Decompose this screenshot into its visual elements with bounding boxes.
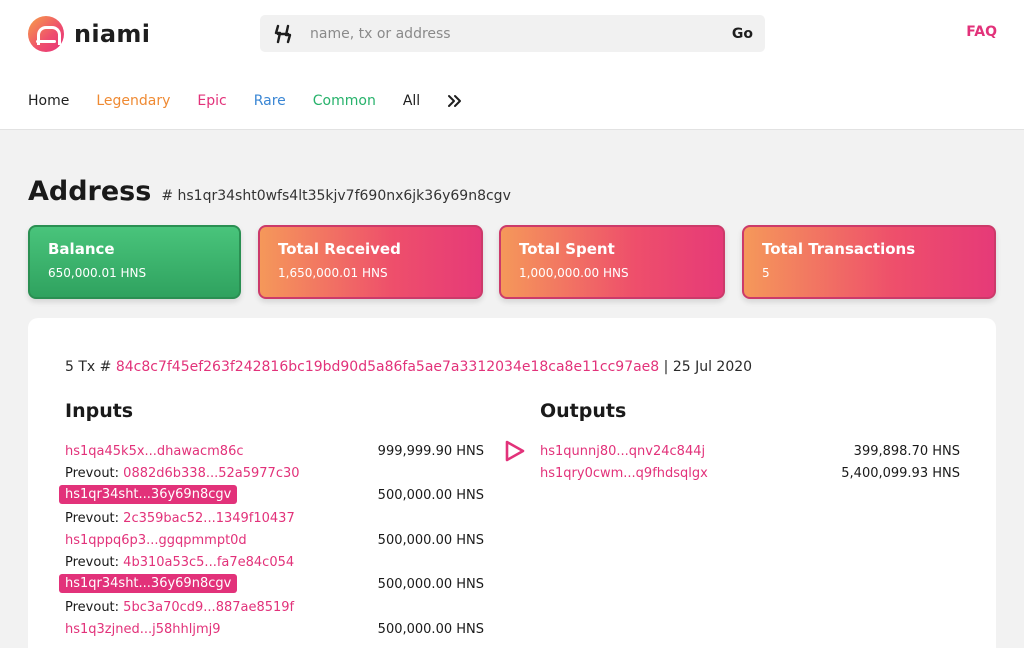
input-address-link[interactable]: hs1q3zjned...j58hhljmj9 [65, 622, 221, 637]
tx-count: 5 Tx # [65, 359, 112, 375]
tx-separator: | [663, 359, 669, 375]
output-amount: 399,898.70 HNS [853, 444, 960, 459]
input-address-link[interactable]: hs1qr34sht...36y69n8cgv [59, 485, 238, 504]
address-hash: # hs1qr34sht0wfs4lt35kjv7f690nx6jk36y69n… [161, 188, 511, 204]
nav-epic[interactable]: Epic [197, 93, 226, 109]
prevout-link[interactable]: 0882d6b338...52a5977c30 [123, 466, 299, 481]
card-value: 1,650,000.01 HNS [278, 266, 388, 280]
tx-date: 25 Jul 2020 [672, 359, 753, 375]
input-address-link[interactable]: hs1qa45k5x...dhawacm86c [65, 444, 244, 459]
brand-logo[interactable]: niami [28, 16, 150, 52]
balance-card: Balance 650,000.01 HNS [28, 225, 241, 299]
faq-link[interactable]: FAQ [966, 24, 997, 40]
input-prevout: Prevout: 5bc3a70cd9...887ae8519f [65, 600, 294, 615]
search-go-button[interactable]: Go [732, 26, 753, 42]
total-spent-card: Total Spent 1,000,000.00 HNS [499, 225, 725, 299]
nav-rare[interactable]: Rare [254, 93, 286, 109]
card-title: Total Spent [519, 240, 615, 258]
tx-header: 5 Tx # 84c8c7f45ef263f242816bc19bd90d5a8… [65, 359, 752, 375]
card-title: Balance [48, 240, 115, 258]
search-input[interactable] [310, 25, 732, 42]
input-address-link[interactable]: hs1qppq6p3...ggqpmmpt0d [65, 533, 247, 548]
outputs-heading: Outputs [540, 400, 627, 422]
search-bar: Go [260, 15, 765, 52]
card-value: 650,000.01 HNS [48, 266, 147, 280]
input-amount: 500,000.00 HNS [377, 488, 484, 503]
niami-logo-icon [28, 16, 64, 52]
nav-common[interactable]: Common [313, 93, 376, 109]
prevout-label: Prevout: [65, 466, 120, 481]
total-received-card: Total Received 1,650,000.01 HNS [258, 225, 483, 299]
tx-hash-link[interactable]: 84c8c7f45ef263f242816bc19bd90d5a86fa5ae7… [116, 359, 659, 375]
input-amount: 500,000.00 HNS [377, 622, 484, 637]
prevout-label: Prevout: [65, 511, 120, 526]
output-address-link[interactable]: hs1qunnj80...qnv24c844j [540, 444, 705, 459]
top-bar: niami Go FAQ Home Legendary Epic Rare Co… [0, 0, 1024, 130]
nav-all[interactable]: All [403, 93, 420, 109]
category-nav: Home Legendary Epic Rare Common All [28, 93, 490, 109]
prevout-label: Prevout: [65, 555, 120, 570]
output-amount: 5,400,099.93 HNS [841, 466, 960, 481]
card-title: Total Transactions [762, 240, 916, 258]
prevout-label: Prevout: [65, 600, 120, 615]
input-amount: 500,000.00 HNS [377, 577, 484, 592]
nav-home[interactable]: Home [28, 93, 69, 109]
output-address-link[interactable]: hs1qry0cwm...q9fhdsqlgx [540, 466, 708, 481]
card-value: 1,000,000.00 HNS [519, 266, 629, 280]
input-prevout: Prevout: 0882d6b338...52a5977c30 [65, 466, 300, 481]
prevout-link[interactable]: 5bc3a70cd9...887ae8519f [123, 600, 294, 615]
input-prevout: Prevout: 4b310a53c5...fa7e84c054 [65, 555, 294, 570]
input-prevout: Prevout: 2c359bac52...1349f10437 [65, 511, 295, 526]
input-address-highlighted: hs1qr34sht...36y69n8cgv [59, 485, 238, 504]
nav-legendary[interactable]: Legendary [96, 93, 170, 109]
handshake-icon [272, 23, 294, 45]
total-transactions-card: Total Transactions 5 [742, 225, 996, 299]
address-value: hs1qr34sht0wfs4lt35kjv7f690nx6jk36y69n8c… [177, 188, 511, 204]
prevout-link[interactable]: 2c359bac52...1349f10437 [123, 511, 295, 526]
play-arrow-icon [505, 440, 525, 462]
card-title: Total Received [278, 240, 401, 258]
card-value: 5 [762, 266, 770, 280]
hash-prefix: # [161, 188, 174, 204]
input-amount: 999,999.90 HNS [377, 444, 484, 459]
input-amount: 500,000.00 HNS [377, 533, 484, 548]
page-heading: Address [28, 176, 152, 207]
inputs-heading: Inputs [65, 400, 134, 422]
prevout-link[interactable]: 4b310a53c5...fa7e84c054 [123, 555, 294, 570]
double-chevron-right-icon[interactable] [447, 93, 463, 109]
input-address-highlighted: hs1qr34sht...36y69n8cgv [59, 574, 238, 593]
transaction-panel: 5 Tx # 84c8c7f45ef263f242816bc19bd90d5a8… [28, 318, 996, 648]
brand-name: niami [74, 20, 151, 48]
input-address-link[interactable]: hs1qr34sht...36y69n8cgv [59, 574, 238, 593]
page-title: Address # hs1qr34sht0wfs4lt35kjv7f690nx6… [28, 176, 511, 207]
